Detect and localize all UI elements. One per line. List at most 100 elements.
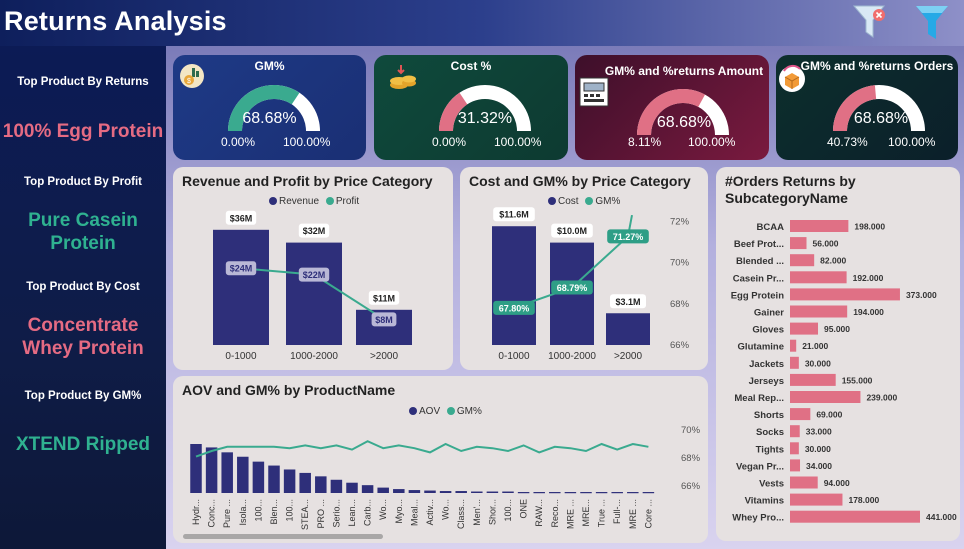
y-tick-label: Casein Pr... — [733, 273, 784, 284]
bar-aov — [471, 491, 483, 493]
bar-aov — [393, 489, 405, 493]
data-label-profit: $24M — [230, 264, 253, 274]
x-tick-label: Wo... — [441, 499, 451, 520]
x-tick-label: >2000 — [614, 351, 643, 362]
chart-svg: BCAA 198.000 Beef Prot... 56.000 Blended ...… — [731, 220, 957, 524]
page-title: Returns Analysis — [4, 6, 227, 36]
data-label: 56.000 — [813, 239, 839, 249]
x-tick-label: Men'... — [472, 499, 482, 526]
data-label: 373.000 — [906, 290, 937, 300]
bar-aov — [237, 456, 249, 493]
data-label: $11.6M — [499, 210, 529, 220]
y-tick-label: Gainer — [754, 308, 784, 319]
bar-aov — [315, 476, 327, 493]
data-label: 239.000 — [866, 393, 897, 403]
kpi-min: 40.73% — [827, 135, 868, 149]
bar-returns — [790, 220, 849, 232]
x-tick-label: Blen... — [269, 499, 279, 525]
data-label-gm: 67.80% — [499, 303, 530, 313]
data-label: $32M — [303, 226, 326, 236]
bar-aov — [439, 491, 452, 493]
bar-aov — [642, 492, 655, 494]
bar-revenue — [213, 229, 269, 345]
y-tick-label: Socks — [756, 427, 784, 438]
kpi-title: GM% and %returns Amount — [604, 64, 764, 78]
bar-aov — [580, 492, 592, 494]
bar-returns — [790, 510, 920, 523]
kpi-value: 68.68% — [853, 110, 909, 127]
sidebar-label-profit: Top Product By Profit — [24, 176, 142, 188]
kpi-value: 68.68% — [656, 114, 712, 131]
line-gm — [195, 440, 649, 458]
sidebar-label-cost: Top Product By Cost — [26, 281, 140, 293]
y2-tick-label: 66% — [670, 340, 690, 351]
bar-returns — [790, 373, 836, 386]
x-tick-label: MRE... — [581, 499, 591, 527]
kpi-max: 100.00% — [283, 135, 331, 149]
x-tick-label: PRO ... — [316, 499, 326, 529]
y2-tick-label: 68% — [670, 299, 690, 310]
data-label: 34.000 — [806, 461, 832, 471]
y-tick-label: Meal Rep... — [734, 393, 784, 404]
filter-icon[interactable] — [914, 3, 950, 41]
bar-revenue — [286, 242, 342, 345]
y-tick-label: Vitamins — [745, 496, 784, 507]
data-label: 95.000 — [824, 324, 850, 334]
bar-aov — [595, 492, 608, 494]
x-tick-label: ONE — [519, 499, 529, 519]
data-label: 21.000 — [802, 341, 828, 351]
data-label: 192.000 — [853, 273, 884, 283]
x-tick-label: Pure ... — [222, 499, 232, 528]
x-tick-label: Activ... — [425, 499, 435, 525]
bar-aov — [205, 447, 218, 493]
y-tick-label: Shorts — [754, 410, 784, 421]
sidebar: Top Product By Returns 100% Egg Protein … — [0, 46, 166, 549]
x-tick-label: MRE ... — [565, 499, 575, 529]
horizontal-scrollbar[interactable] — [183, 534, 383, 539]
bar-returns — [790, 391, 861, 403]
y2-tick-label: 66% — [681, 481, 701, 492]
x-tick-label: MRE ... — [628, 499, 638, 529]
x-tick-label: Lean... — [347, 499, 357, 527]
data-label: $11M — [373, 293, 395, 303]
data-label: 69.000 — [816, 410, 842, 420]
bar-aov — [268, 465, 280, 493]
bar-returns — [790, 305, 848, 318]
data-label: 30.000 — [805, 444, 831, 454]
y2-tick-label: 70% — [670, 258, 690, 269]
kpi-card-cost: Cost % 31.32% 0.00% 100.00% — [374, 55, 568, 160]
x-tick-label: 0-1000 — [225, 351, 257, 362]
kpi-title: Cost % — [450, 59, 492, 73]
clear-filter-icon[interactable] — [852, 3, 888, 41]
svg-text:$: $ — [187, 78, 191, 85]
x-tick-label: Shor... — [487, 499, 497, 525]
bar-aov — [486, 491, 499, 493]
bar-returns — [790, 493, 843, 506]
x-tick-label: 100... — [285, 499, 295, 522]
bar-aov — [424, 490, 436, 493]
chart-svg: $11.6M 0-1000 $10.0M 1000-2000 $3.1M >2000 67.… — [492, 207, 690, 362]
bar-aov — [190, 444, 202, 493]
x-tick-label: Myo... — [394, 499, 404, 524]
kpi-min: 0.00% — [221, 135, 256, 149]
y-tick-label: Tights — [756, 444, 784, 455]
y-tick-label: Jackets — [749, 359, 784, 370]
bar-returns — [790, 459, 801, 472]
bar-aov — [299, 472, 311, 493]
chart-aov-gm: AOV and GM% by ProductName AOV GM% Hydr.… — [173, 376, 708, 543]
bar-returns — [790, 476, 818, 489]
y2-tick-label: 68% — [681, 453, 701, 464]
data-label: 194.000 — [853, 307, 884, 317]
x-tick-label: Meal... — [409, 499, 419, 526]
x-tick-label: Reco... — [550, 499, 560, 528]
data-label: 33.000 — [806, 427, 832, 437]
x-tick-label: Class... — [456, 499, 466, 529]
data-label: 94.000 — [824, 478, 850, 488]
bar-aov — [611, 492, 623, 494]
bar-aov — [502, 491, 514, 493]
bar-returns — [790, 254, 815, 267]
kpi-title: GM% and %returns Orders — [800, 59, 954, 73]
data-label-gm: 71.27% — [613, 232, 644, 242]
cash-register-icon — [579, 77, 609, 107]
bar-returns — [790, 271, 847, 284]
